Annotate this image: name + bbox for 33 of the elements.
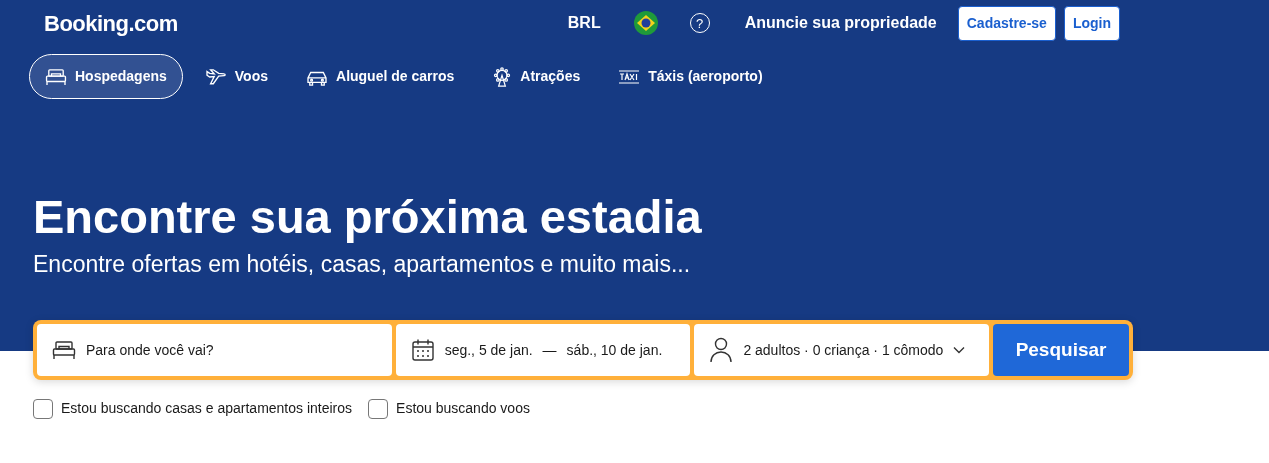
search-button[interactable]: Pesquisar [993,324,1129,376]
checkbox-label[interactable]: Estou buscando casas e apartamentos inteiros [61,398,353,419]
plane-icon [204,67,227,86]
guests-field[interactable]: 2 adultos · 0 criança · 1 cômodo [694,324,990,376]
taxi-icon [618,69,641,84]
signup-button[interactable]: Cadastre-se [957,5,1056,41]
destination-field[interactable]: Para onde você vai? [37,324,392,376]
chevron-down-icon [953,346,966,354]
bed-icon [45,67,67,86]
checkbox[interactable] [368,398,389,419]
person-icon [709,337,734,363]
guests-summary: 2 adultos · 0 criança · 1 cômodo [743,340,944,360]
checkbox-label[interactable]: Estou buscando voos [396,398,530,419]
check-out-date: sáb., 10 de jan. [566,340,663,360]
list-property-link[interactable]: Anuncie sua propriedade [743,10,938,36]
checkbox[interactable] [33,398,53,419]
nav-tab[interactable]: Táxis (aeroporto) [602,54,779,99]
hero-subtitle: Encontre ofertas em hotéis, casas, apartamentos e muito mais... [33,250,692,280]
nav-tab[interactable]: Hospedagens [29,54,183,99]
currency-button[interactable]: BRL [566,10,602,36]
nav-tab[interactable]: Aluguel de carros [290,54,471,99]
date-separator: — [542,340,557,360]
ferris-wheel-icon [492,66,513,87]
check-in-date: seg., 5 de jan. [444,340,533,360]
hero-title: Encontre sua próxima estadia [33,189,703,245]
date-field[interactable]: seg., 5 de jan. — sáb., 10 de jan. [395,324,691,376]
nav-tab[interactable]: Voos [188,54,284,99]
logo[interactable]: Booking.com [44,6,178,40]
calendar-icon [410,338,435,362]
login-button[interactable]: Login [1063,5,1120,41]
nav-tab[interactable]: Atrações [476,54,597,99]
flag-icon[interactable] [632,10,659,36]
bed-icon [52,340,76,360]
